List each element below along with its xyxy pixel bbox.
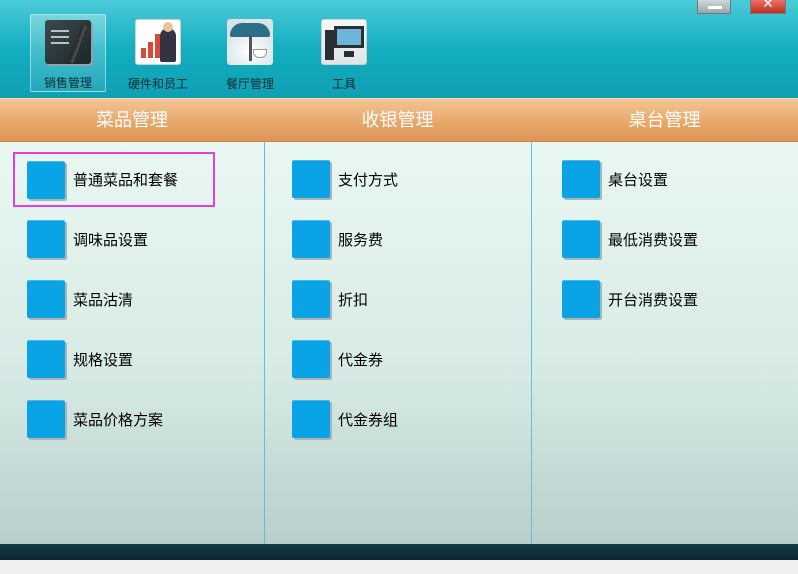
toolbar-button-label: 工具	[331, 77, 356, 91]
menu-item-condiment-settings[interactable]: 调味品设置	[27, 219, 148, 259]
bottom-bar	[0, 544, 798, 560]
menu-item-table-settings[interactable]: 桌台设置	[562, 159, 668, 199]
tile-icon	[562, 160, 600, 198]
menu-item-sold-out-dishes[interactable]: 菜品沽清	[27, 279, 133, 319]
minimize-icon	[708, 6, 722, 9]
toolbar-button-label: 硬件和员工	[127, 77, 188, 91]
tile-icon	[292, 160, 330, 198]
section-title-cashier: 收银管理	[361, 110, 434, 131]
tile-icon	[292, 400, 330, 438]
top-toolbar: 销售管理 硬件和员工 餐厅管理 工具 ✕	[0, 0, 798, 98]
close-button[interactable]: ✕	[750, 0, 786, 14]
toolbar-button-label: 销售管理	[43, 76, 92, 90]
menu-item-price-plan[interactable]: 菜品价格方案	[27, 399, 163, 439]
toolbar-restaurant-management-button[interactable]: 餐厅管理	[212, 14, 288, 92]
minimize-button[interactable]	[697, 0, 731, 14]
toolbar-sales-management-button[interactable]: 销售管理	[30, 14, 106, 92]
tile-icon	[27, 340, 65, 378]
menu-item-service-fee[interactable]: 服务费	[292, 219, 383, 259]
ledger-pen-icon	[45, 20, 91, 64]
menu-item-regular-dishes-sets[interactable]: 普通菜品和套餐	[13, 152, 215, 207]
content-panel: 普通菜品和套餐 调味品设置 菜品沽清 规格设置 菜品价格方案 支付方式 服务费 …	[0, 142, 798, 544]
menu-item-label: 折扣	[338, 290, 369, 309]
menu-item-payment-methods[interactable]: 支付方式	[292, 159, 398, 199]
tile-icon	[27, 220, 65, 258]
status-strip	[0, 560, 798, 574]
column-divider	[264, 142, 265, 544]
menu-item-label: 规格设置	[73, 350, 134, 369]
column-divider	[531, 142, 532, 544]
menu-item-spec-settings[interactable]: 规格设置	[27, 339, 133, 379]
tile-icon	[562, 220, 600, 258]
tile-icon	[292, 220, 330, 258]
menu-item-label: 开台消费设置	[608, 290, 699, 309]
chart-person-icon	[135, 19, 181, 65]
tile-icon	[292, 280, 330, 318]
menu-item-label: 最低消费设置	[608, 230, 699, 249]
toolbar-tools-button[interactable]: 工具	[306, 14, 382, 92]
menu-item-label: 菜品价格方案	[73, 410, 164, 429]
menu-item-label: 普通菜品和套餐	[73, 171, 179, 189]
toolbar-button-label: 餐厅管理	[225, 77, 274, 91]
tile-icon	[562, 280, 600, 318]
close-icon: ✕	[762, 0, 774, 12]
menu-item-label: 调味品设置	[73, 230, 149, 249]
tile-icon	[27, 400, 65, 438]
menu-item-voucher[interactable]: 代金券	[292, 339, 383, 379]
section-title-tables: 桌台管理	[628, 110, 701, 131]
menu-item-label: 支付方式	[338, 170, 399, 189]
menu-item-label: 桌台设置	[608, 170, 669, 189]
tile-icon	[292, 340, 330, 378]
tile-icon	[27, 160, 65, 199]
menu-item-opening-consumption[interactable]: 开台消费设置	[562, 279, 698, 319]
section-header-bar: 菜品管理 收银管理 桌台管理	[0, 98, 798, 142]
menu-item-min-consumption[interactable]: 最低消费设置	[562, 219, 698, 259]
computer-icon	[321, 19, 367, 65]
menu-item-voucher-group[interactable]: 代金券组	[292, 399, 398, 439]
section-title-dishes: 菜品管理	[96, 110, 168, 131]
menu-item-label: 服务费	[338, 230, 384, 249]
cafe-umbrella-icon	[227, 19, 273, 65]
menu-item-label: 代金券组	[338, 410, 399, 429]
tile-icon	[27, 280, 65, 318]
toolbar-hardware-staff-button[interactable]: 硬件和员工	[120, 14, 196, 92]
menu-item-label: 代金券	[338, 350, 384, 369]
menu-item-label: 菜品沽清	[73, 290, 134, 309]
menu-item-discount[interactable]: 折扣	[292, 279, 368, 319]
